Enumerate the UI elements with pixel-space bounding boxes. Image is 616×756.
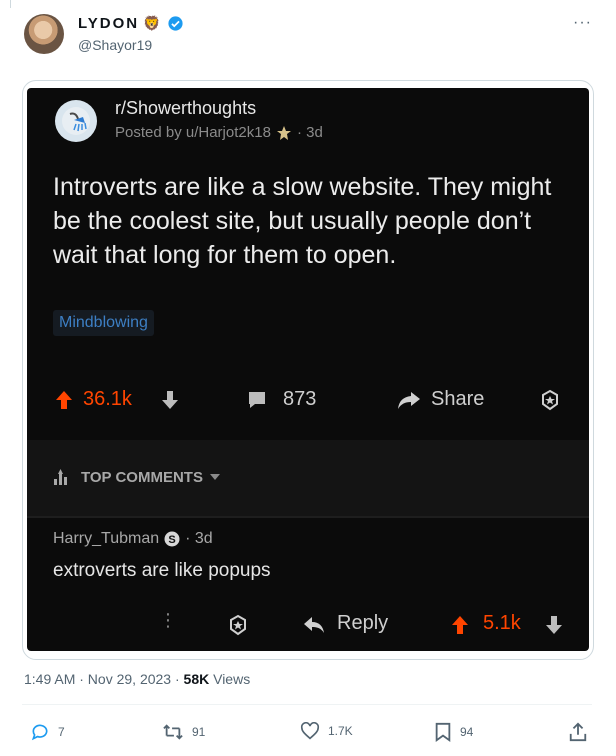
posted-by: Posted by u/Harjot2k18 — [115, 124, 271, 141]
award-icon — [276, 125, 291, 140]
user-badge-icon: S — [164, 531, 180, 547]
comment-text: extroverts are like popups — [53, 560, 271, 581]
post-byline: Posted by u/Harjot2k18 · 3d — [115, 124, 323, 141]
reply-label: Reply — [337, 612, 389, 634]
reply-icon — [304, 617, 324, 633]
media-card[interactable]: r/Showerthoughts Posted by u/Harjot2k18 … — [22, 80, 594, 660]
lion-emoji: 🦁 — [143, 15, 163, 31]
post-age: · 3d — [296, 124, 323, 141]
author-name[interactable]: LYDON 🦁 — [78, 15, 184, 32]
tweet-timestamp[interactable]: 1:49 AM · Nov 29, 2023 · — [24, 671, 184, 687]
tweet-meta: 1:49 AM · Nov 29, 2023 · 58K Views — [24, 671, 250, 687]
share-icon — [398, 392, 420, 409]
award-outline-icon — [542, 389, 558, 411]
svg-text:S: S — [168, 534, 175, 546]
bookmark-button[interactable]: 94 — [434, 722, 473, 742]
comment-count: 873 — [283, 388, 317, 410]
share-label: Share — [431, 388, 485, 410]
more-options-icon[interactable]: ··· — [573, 14, 592, 32]
retweet-button[interactable]: 91 — [162, 722, 205, 742]
comment-author-row: Harry_Tubman S · 3d — [53, 530, 213, 548]
caret-down-icon — [209, 474, 220, 480]
share-tweet-button[interactable] — [568, 722, 588, 742]
sort-bars-icon — [54, 469, 67, 485]
comment-actions: ⋮ Reply 5.1k — [27, 608, 589, 642]
retweet-icon — [163, 724, 183, 740]
bookmark-icon — [435, 722, 451, 742]
more-vertical-icon: ⋮ — [159, 610, 177, 630]
reply-count: 7 — [58, 725, 65, 739]
view-count: 58K — [183, 671, 210, 687]
top-comments-sort: TOP COMMENTS — [53, 468, 221, 486]
comment-separator — [27, 516, 589, 518]
views-label: Views — [209, 671, 251, 687]
subreddit-name: r/Showerthoughts — [115, 98, 257, 118]
top-comments-label: TOP COMMENTS — [81, 468, 203, 486]
retweet-count: 91 — [192, 725, 206, 739]
bookmark-count: 94 — [460, 725, 474, 739]
like-button[interactable]: 1.7K — [300, 722, 353, 740]
post-actions: 36.1k 873 Share — [27, 382, 589, 418]
shower-icon — [55, 100, 97, 142]
post-title: Introverts are like a slow website. They… — [53, 173, 552, 269]
comment-author: Harry_Tubman — [53, 530, 160, 547]
verified-badge-icon — [167, 16, 183, 31]
comment-downvote-icon — [546, 616, 562, 634]
meta-divider — [22, 704, 592, 705]
like-count: 1.7K — [328, 724, 353, 738]
reply-button[interactable]: 7 — [30, 722, 65, 742]
thread-line — [10, 0, 11, 8]
comment-icon — [249, 392, 265, 408]
reddit-screenshot: r/Showerthoughts Posted by u/Harjot2k18 … — [27, 88, 589, 651]
avatar[interactable] — [24, 14, 64, 54]
upvote-icon — [56, 391, 72, 409]
upload-share-icon — [569, 722, 587, 742]
post-flair: Mindblowing — [53, 310, 154, 336]
comment-age: · 3d — [185, 530, 213, 547]
comment-vote-count: 5.1k — [483, 612, 521, 634]
heart-icon — [300, 722, 320, 740]
author-handle[interactable]: @Shayor19 — [78, 37, 152, 53]
downvote-icon — [162, 391, 178, 409]
reply-bubble-icon — [31, 724, 48, 741]
comment-upvote-icon — [452, 616, 468, 634]
upvote-count: 36.1k — [83, 388, 132, 410]
display-name: LYDON — [78, 15, 140, 32]
award-outline-icon-comment — [230, 614, 246, 636]
